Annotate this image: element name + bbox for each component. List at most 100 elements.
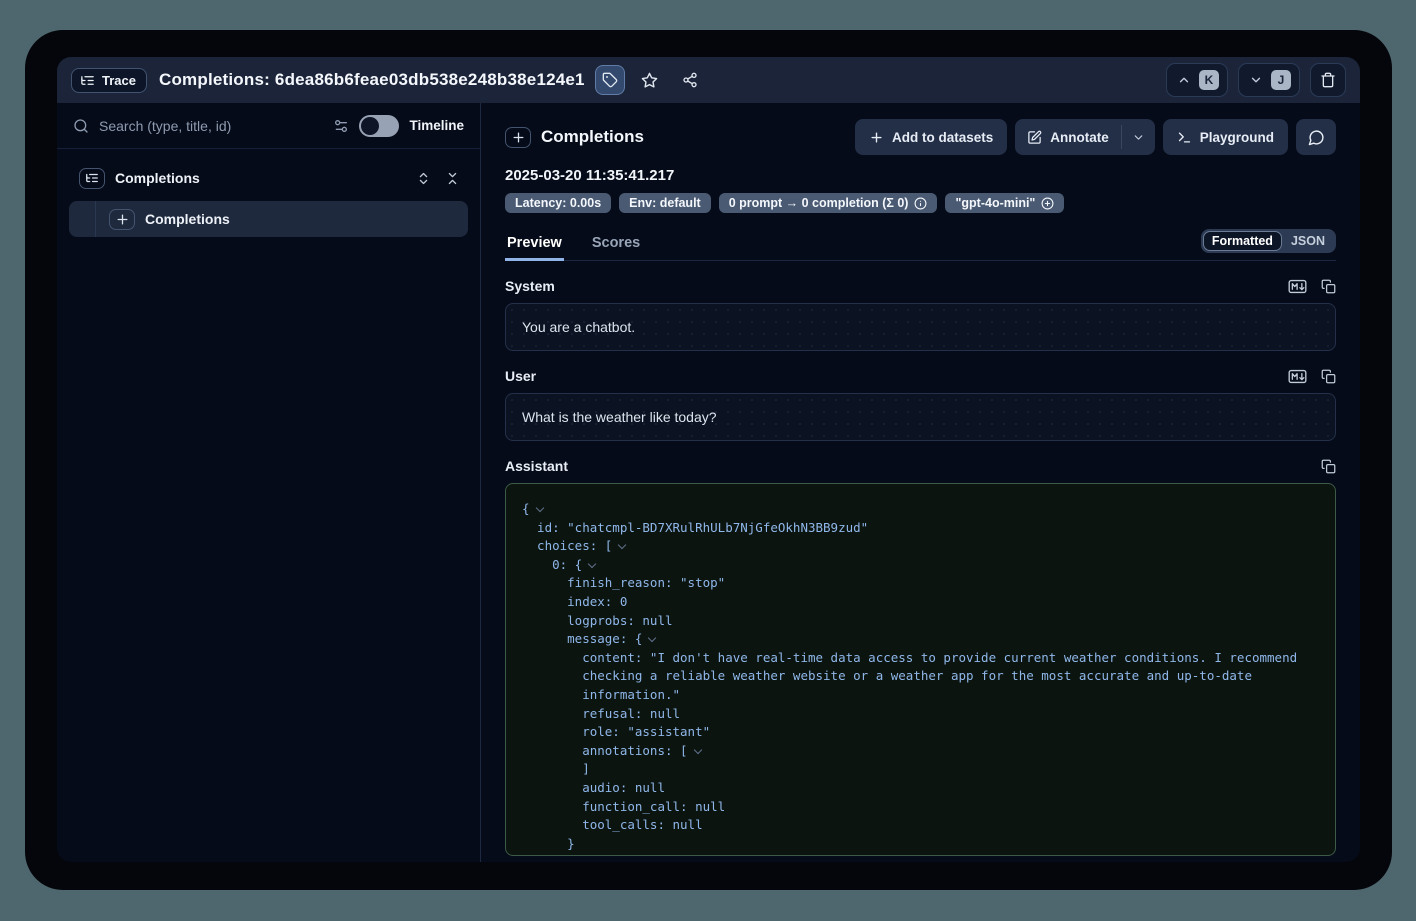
tree-root-completions[interactable]: Completions — [67, 161, 470, 195]
comment-icon — [1308, 129, 1325, 146]
annotate-button[interactable]: Annotate — [1015, 119, 1121, 155]
user-label: User — [505, 368, 536, 384]
token-usage-label: 0 prompt → 0 completion (Σ 0) — [729, 196, 909, 210]
system-message-text: You are a chatbot. — [522, 319, 635, 335]
format-formatted-option[interactable]: Formatted — [1203, 231, 1282, 251]
playground-button[interactable]: Playground — [1163, 119, 1288, 155]
comments-button[interactable] — [1296, 119, 1336, 155]
copy-icon[interactable] — [1321, 369, 1336, 384]
observation-timestamp: 2025-03-20 11:35:41.217 — [505, 167, 1336, 184]
collapse-chevron-icon[interactable] — [648, 634, 656, 642]
tree-item-completions-selected[interactable]: Completions — [69, 201, 468, 237]
tag-button[interactable] — [595, 65, 625, 95]
observation-actions: Add to datasets Annotate — [855, 119, 1336, 155]
model-badge[interactable]: "gpt-4o-mini" — [945, 193, 1064, 213]
search-icon — [73, 118, 89, 134]
plus-icon — [869, 130, 884, 145]
filter-sliders-icon[interactable] — [333, 118, 349, 134]
json-line: annotations: [ — [522, 742, 1319, 761]
collapse-chevron-icon[interactable] — [588, 560, 596, 568]
timeline-toggle-knob — [361, 117, 379, 135]
copy-icon[interactable] — [1321, 459, 1336, 474]
app-window: Trace Completions: 6dea86b6feae03db538e2… — [25, 30, 1392, 890]
info-icon — [914, 197, 927, 210]
tabs-row: Preview Scores Formatted JSON — [505, 225, 1336, 261]
user-section-icons — [1288, 369, 1336, 384]
json-line: role: "assistant" — [522, 723, 1319, 742]
terminal-icon — [1177, 130, 1192, 145]
observation-header: Completions Add to datasets — [505, 117, 1336, 157]
collapse-chevron-icon[interactable] — [535, 504, 543, 512]
trace-sidebar: Timeline Completions — [57, 103, 481, 862]
collapse-chevron-icon[interactable] — [693, 745, 701, 753]
env-badge: Env: default — [619, 193, 711, 213]
annotate-split-button: Annotate — [1015, 119, 1155, 155]
circle-plus-icon — [1041, 197, 1054, 210]
markdown-icon[interactable] — [1288, 279, 1307, 294]
tree-item-label: Completions — [145, 211, 230, 227]
assistant-json-box: {id: "chatcmpl-BD7XRulRhULb7NjGfeOkhN3BB… — [505, 483, 1336, 856]
next-trace-button[interactable]: J — [1238, 63, 1300, 97]
model-badge-label: "gpt-4o-mini" — [955, 196, 1035, 210]
tree-controls — [416, 171, 460, 186]
system-message-box: You are a chatbot. — [505, 303, 1336, 351]
assistant-label: Assistant — [505, 458, 568, 474]
system-section-icons — [1288, 279, 1336, 294]
trace-badge-label: Trace — [102, 73, 136, 88]
json-line: tool_calls: null — [522, 816, 1319, 835]
delete-trace-button[interactable] — [1310, 63, 1346, 97]
search-input[interactable] — [99, 118, 323, 134]
json-line: } — [522, 835, 1319, 854]
badges-row: Latency: 0.00s Env: default 0 prompt → 0… — [505, 193, 1336, 213]
trash-icon — [1320, 72, 1336, 88]
trace-tree-icon — [79, 168, 105, 189]
tab-scores[interactable]: Scores — [590, 235, 642, 260]
json-line: audio: null — [522, 779, 1319, 798]
assistant-section-icons — [1321, 459, 1336, 474]
format-json-option[interactable]: JSON — [1282, 231, 1334, 251]
collapse-icon[interactable] — [445, 171, 460, 186]
assistant-section-header: Assistant — [505, 458, 1336, 474]
tree-root-label: Completions — [115, 170, 200, 186]
timeline-toggle[interactable] — [359, 115, 399, 137]
system-section-header: System — [505, 278, 1336, 294]
copy-icon[interactable] — [1321, 279, 1336, 294]
annotate-icon — [1027, 130, 1042, 145]
json-line: { — [522, 500, 1319, 519]
json-line: content: "I don't have real-time data ac… — [522, 649, 1319, 705]
assistant-json: {id: "chatcmpl-BD7XRulRhULb7NjGfeOkhN3BB… — [522, 500, 1319, 856]
app-content: Trace Completions: 6dea86b6feae03db538e2… — [57, 57, 1360, 862]
generation-icon — [109, 209, 135, 230]
top-bar: Trace Completions: 6dea86b6feae03db538e2… — [57, 57, 1360, 103]
desktop-background: Trace Completions: 6dea86b6feae03db538e2… — [0, 0, 1416, 921]
star-button[interactable] — [635, 65, 665, 95]
tab-preview[interactable]: Preview — [505, 235, 564, 261]
trace-badge[interactable]: Trace — [71, 68, 147, 93]
latency-badge: Latency: 0.00s — [505, 193, 611, 213]
prev-trace-button[interactable]: K — [1166, 63, 1228, 97]
annotate-dropdown-button[interactable] — [1122, 119, 1155, 155]
markdown-icon[interactable] — [1288, 369, 1307, 384]
star-icon — [641, 72, 658, 89]
share-button[interactable] — [675, 65, 705, 95]
json-line: message: { — [522, 630, 1319, 649]
collapse-chevron-icon[interactable] — [618, 541, 626, 549]
app-body: Timeline Completions — [57, 103, 1360, 862]
json-line: refusal: null — [522, 705, 1319, 724]
add-to-datasets-label: Add to datasets — [892, 130, 993, 145]
chevron-up-icon — [1177, 73, 1191, 87]
add-to-datasets-button[interactable]: Add to datasets — [855, 119, 1007, 155]
observation-panel: Completions Add to datasets — [481, 103, 1360, 862]
unfold-icon[interactable] — [416, 171, 431, 186]
user-message-text: What is the weather like today? — [522, 409, 717, 425]
token-usage-badge[interactable]: 0 prompt → 0 completion (Σ 0) — [719, 193, 938, 213]
trace-tree-icon — [80, 73, 95, 88]
playground-label: Playground — [1200, 130, 1274, 145]
sidebar-search-row: Timeline — [57, 103, 480, 149]
generation-icon — [505, 127, 531, 148]
json-line: index: 0 — [522, 593, 1319, 612]
user-section-header: User — [505, 368, 1336, 384]
json-line: } — [522, 853, 1319, 856]
timeline-toggle-label: Timeline — [409, 118, 464, 133]
latency-badge-label: Latency: 0.00s — [515, 196, 601, 210]
